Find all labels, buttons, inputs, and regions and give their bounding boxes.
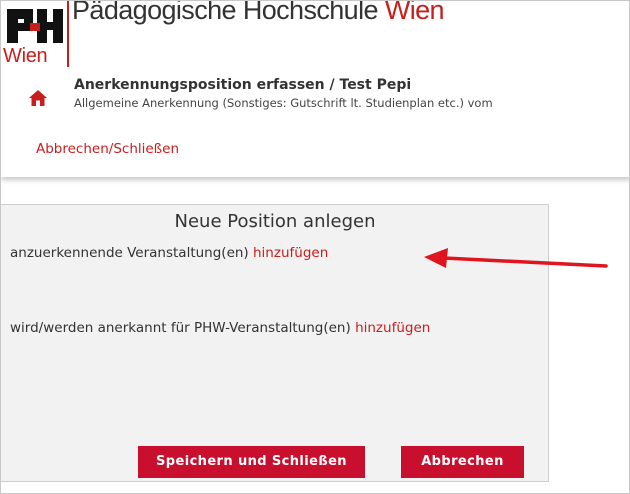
app-window: Wien Pädagogische Hochschule Wien Anerke… bbox=[0, 0, 630, 494]
target-course-row: wird/werden anerkannt für PHW-Veranstalt… bbox=[10, 320, 430, 336]
add-target-course-link[interactable]: hinzufügen bbox=[355, 320, 430, 336]
source-course-row: anzuerkennende Veranstaltung(en) hinzufü… bbox=[10, 245, 328, 261]
arrow-left-icon bbox=[424, 248, 608, 268]
cancel-close-link[interactable]: Abbrechen/Schließen bbox=[36, 141, 179, 157]
dialog-title: Neue Position anlegen bbox=[174, 211, 376, 232]
save-and-close-button[interactable]: Speichern und Schließen bbox=[138, 446, 365, 478]
source-course-label: anzuerkennende Veranstaltung(en) bbox=[10, 245, 253, 261]
logo-wordmark: Wien bbox=[3, 45, 48, 67]
cancel-button[interactable]: Abbrechen bbox=[401, 446, 524, 478]
page-header: Wien Pädagogische Hochschule Wien Anerke… bbox=[1, 0, 629, 177]
page-title: Anerkennungsposition erfassen / Test Pep… bbox=[74, 77, 412, 93]
institution-prefix: Pädagogische Hochschule bbox=[72, 0, 385, 25]
target-course-label: wird/werden anerkannt für PHW-Veranstalt… bbox=[10, 320, 356, 336]
institution-accent: Wien bbox=[384, 0, 445, 25]
home-icon[interactable] bbox=[29, 90, 47, 106]
institution-name: Pädagogische Hochschule Wien bbox=[72, 0, 445, 26]
add-source-course-link[interactable]: hinzufügen bbox=[253, 245, 328, 261]
page-subtitle: Allgemeine Anerkennung (Sonstiges: Gutsc… bbox=[74, 96, 493, 110]
logo-divider bbox=[67, 1, 69, 67]
